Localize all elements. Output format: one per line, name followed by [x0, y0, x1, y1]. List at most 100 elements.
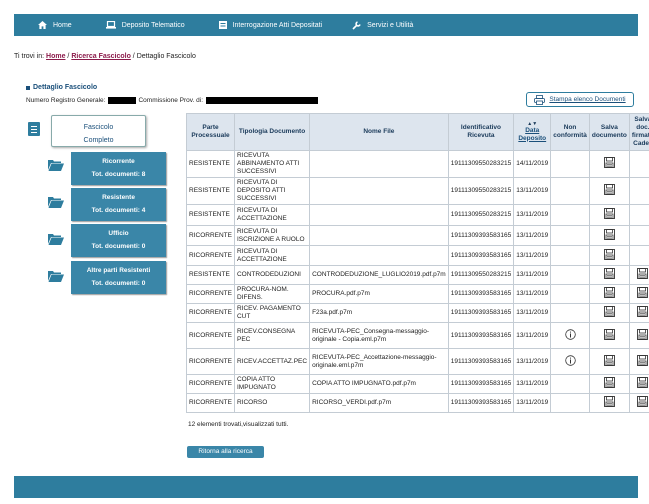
save-document-icon[interactable]	[603, 306, 615, 319]
fascicolo-line1: Fascicolo	[83, 124, 114, 131]
save-cades-icon[interactable]	[637, 287, 649, 300]
save-cades-icon[interactable]	[637, 354, 649, 368]
save-document-icon[interactable]	[603, 396, 615, 409]
redacted-block	[206, 97, 319, 104]
save-cades-icon[interactable]	[637, 377, 649, 390]
category-name: Resistente	[102, 194, 135, 201]
table-row: RESISTENTE RICEVUTA ABBINAMENTO ATTI SUCC…	[186, 150, 649, 178]
cell-salva-documento	[588, 245, 630, 266]
section-title-text: Dettaglio Fascicolo	[33, 84, 98, 91]
nav-servizi[interactable]: Servizi e Utilità	[352, 20, 414, 30]
cell-salva-documento	[588, 265, 630, 285]
save-cades-icon[interactable]	[637, 268, 649, 281]
save-cades-icon[interactable]	[637, 396, 649, 409]
save-document-icon[interactable]	[603, 354, 615, 368]
cell-parte: RESISTENTE	[186, 204, 235, 226]
breadcrumb-current: Dettaglio Fascicolo	[136, 53, 196, 60]
cell-tipologia: RICEVUTA DI ACCETTAZIONE	[233, 245, 311, 266]
fascicolo-completo-button[interactable]: Fascicolo Completo	[51, 115, 146, 147]
cell-tipologia: RICEVUTA DI DEPOSITO ATTI SUCCESSIVI	[233, 177, 311, 205]
nav-interrogazione[interactable]: Interrogazione Atti Depositati	[218, 21, 323, 29]
cell-nome-file: CONTRODEDUZIONE_LUGLIO2019.pdf.p7m	[309, 265, 449, 285]
table-row: RICORRENTE RICEVUTA DI ISCRIZIONE A RUOLO…	[186, 225, 649, 246]
wrench-icon	[352, 20, 361, 30]
cell-nome-file: COPIA ATTO IMPUGNATO.pdf.p7m	[309, 374, 449, 394]
cell-data-deposito: 13/11/2019	[513, 348, 552, 375]
header-tipologia: Tipologia Documento	[233, 113, 311, 151]
cell-salva-cades	[628, 245, 649, 266]
cell-tipologia: RICEVUTA DI ISCRIZIONE A RUOLO	[233, 225, 311, 246]
sort-data-deposito-link[interactable]: Data Deposito	[518, 127, 546, 142]
cell-identificativo: 19111309393583165	[447, 225, 515, 246]
save-document-icon[interactable]	[603, 328, 615, 342]
table-row: RICORRENTE RICORSO RICORSO_VERDI.pdf.p7m 19…	[186, 393, 649, 413]
header-data-deposito[interactable]: ▲▼ Data Deposito	[513, 113, 552, 151]
cell-identificativo: 19111309393583165	[447, 348, 515, 375]
save-document-icon[interactable]	[603, 184, 615, 197]
inbox-icon	[218, 21, 227, 29]
category-resistente[interactable]: Resistente Tot. documenti: 4	[71, 188, 166, 221]
cell-identificativo: 19111309393583165	[447, 393, 515, 413]
cell-parte: RESISTENTE	[186, 177, 235, 205]
table-row: RICORRENTE PROCURA-NOM. DIFENS. PROCURA.pd…	[186, 284, 649, 304]
cell-salva-cades	[628, 284, 649, 304]
cell-nome-file: PROCURA.pdf.p7m	[309, 284, 449, 304]
cell-tipologia: RICEV.ACCETTAZ.PEC	[233, 348, 311, 375]
cell-data-deposito: 13/11/2019	[513, 177, 552, 205]
save-cades-icon[interactable]	[637, 306, 649, 319]
breadcrumb-ricerca[interactable]: Ricerca Fascicolo	[71, 53, 131, 60]
cell-salva-documento	[588, 284, 630, 304]
cell-salva-cades	[628, 177, 649, 205]
cell-non-conformita	[550, 322, 590, 349]
save-document-icon[interactable]	[603, 287, 615, 300]
cell-salva-documento	[588, 322, 630, 349]
cell-parte: RESISTENTE	[186, 150, 235, 178]
nav-servizi-label: Servizi e Utilità	[367, 21, 414, 29]
cell-data-deposito: 13/11/2019	[513, 225, 552, 246]
save-document-icon[interactable]	[603, 268, 615, 281]
cell-nome-file: RICEVUTA-PEC_Consegna-messaggio-original…	[309, 322, 449, 349]
save-document-icon[interactable]	[603, 228, 615, 242]
commission-label: Commissione Prov. di:	[138, 97, 204, 104]
category-count: Tot. documenti: 4	[91, 207, 146, 214]
top-navigation: Home Deposito Telematico Interrogazione …	[14, 14, 638, 36]
print-documents-label: Stampa elenco Documenti	[549, 96, 626, 103]
cell-tipologia: RICORSO	[233, 393, 311, 413]
save-document-icon[interactable]	[603, 157, 615, 170]
back-to-search-button[interactable]: Ritorna alla ricerca	[187, 446, 264, 458]
cell-data-deposito: 13/11/2019	[513, 284, 552, 304]
save-document-icon[interactable]	[603, 248, 615, 262]
nav-deposito[interactable]: Deposito Telematico	[105, 21, 185, 29]
breadcrumb: Ti trovi in: Home / Ricerca Fascicolo / …	[14, 53, 196, 60]
category-altre-parti[interactable]: Altre parti Resistenti Tot. documenti: 0	[71, 261, 166, 294]
nav-interrogazione-label: Interrogazione Atti Depositati	[232, 21, 323, 29]
save-document-icon[interactable]	[603, 377, 615, 390]
cell-tipologia: CONTRODEDUZIONI	[233, 265, 311, 285]
cell-data-deposito: 14/11/2019	[513, 150, 552, 178]
save-cades-icon[interactable]	[637, 328, 649, 342]
bullet-icon	[26, 85, 30, 90]
print-documents-button[interactable]: Stampa elenco Documenti	[526, 92, 634, 107]
cell-non-conformita	[550, 265, 590, 285]
breadcrumb-home[interactable]: Home	[46, 53, 65, 60]
cell-nome-file	[309, 204, 449, 226]
cell-nome-file	[309, 150, 449, 178]
category-ricorrente[interactable]: Ricorrente Tot. documenti: 8	[71, 152, 166, 185]
info-icon[interactable]	[564, 354, 576, 368]
cell-nome-file: RICEVUTA-PEC_Accettazione-messaggio-orig…	[309, 348, 449, 375]
info-icon[interactable]	[564, 328, 576, 342]
save-document-icon[interactable]	[603, 208, 615, 221]
table-header-row: Parte Processuale Tipologia Documento No…	[186, 113, 649, 151]
cell-identificativo: 19111309550283215	[447, 265, 515, 285]
cell-salva-documento	[588, 204, 630, 226]
cell-salva-cades	[628, 150, 649, 178]
printer-icon	[534, 94, 546, 105]
cell-nome-file	[309, 245, 449, 266]
cell-data-deposito: 13/11/2019	[513, 245, 552, 266]
nav-home[interactable]: Home	[38, 21, 72, 29]
header-salva-documento: Salva documento	[588, 113, 630, 151]
category-ufficio[interactable]: Ufficio Tot. documenti: 0	[71, 224, 166, 257]
cell-parte: RICORRENTE	[186, 374, 235, 394]
table-row: RESISTENTE RICEVUTA DI ACCETTAZIONE 191113…	[186, 204, 649, 226]
document-icon	[28, 122, 40, 136]
